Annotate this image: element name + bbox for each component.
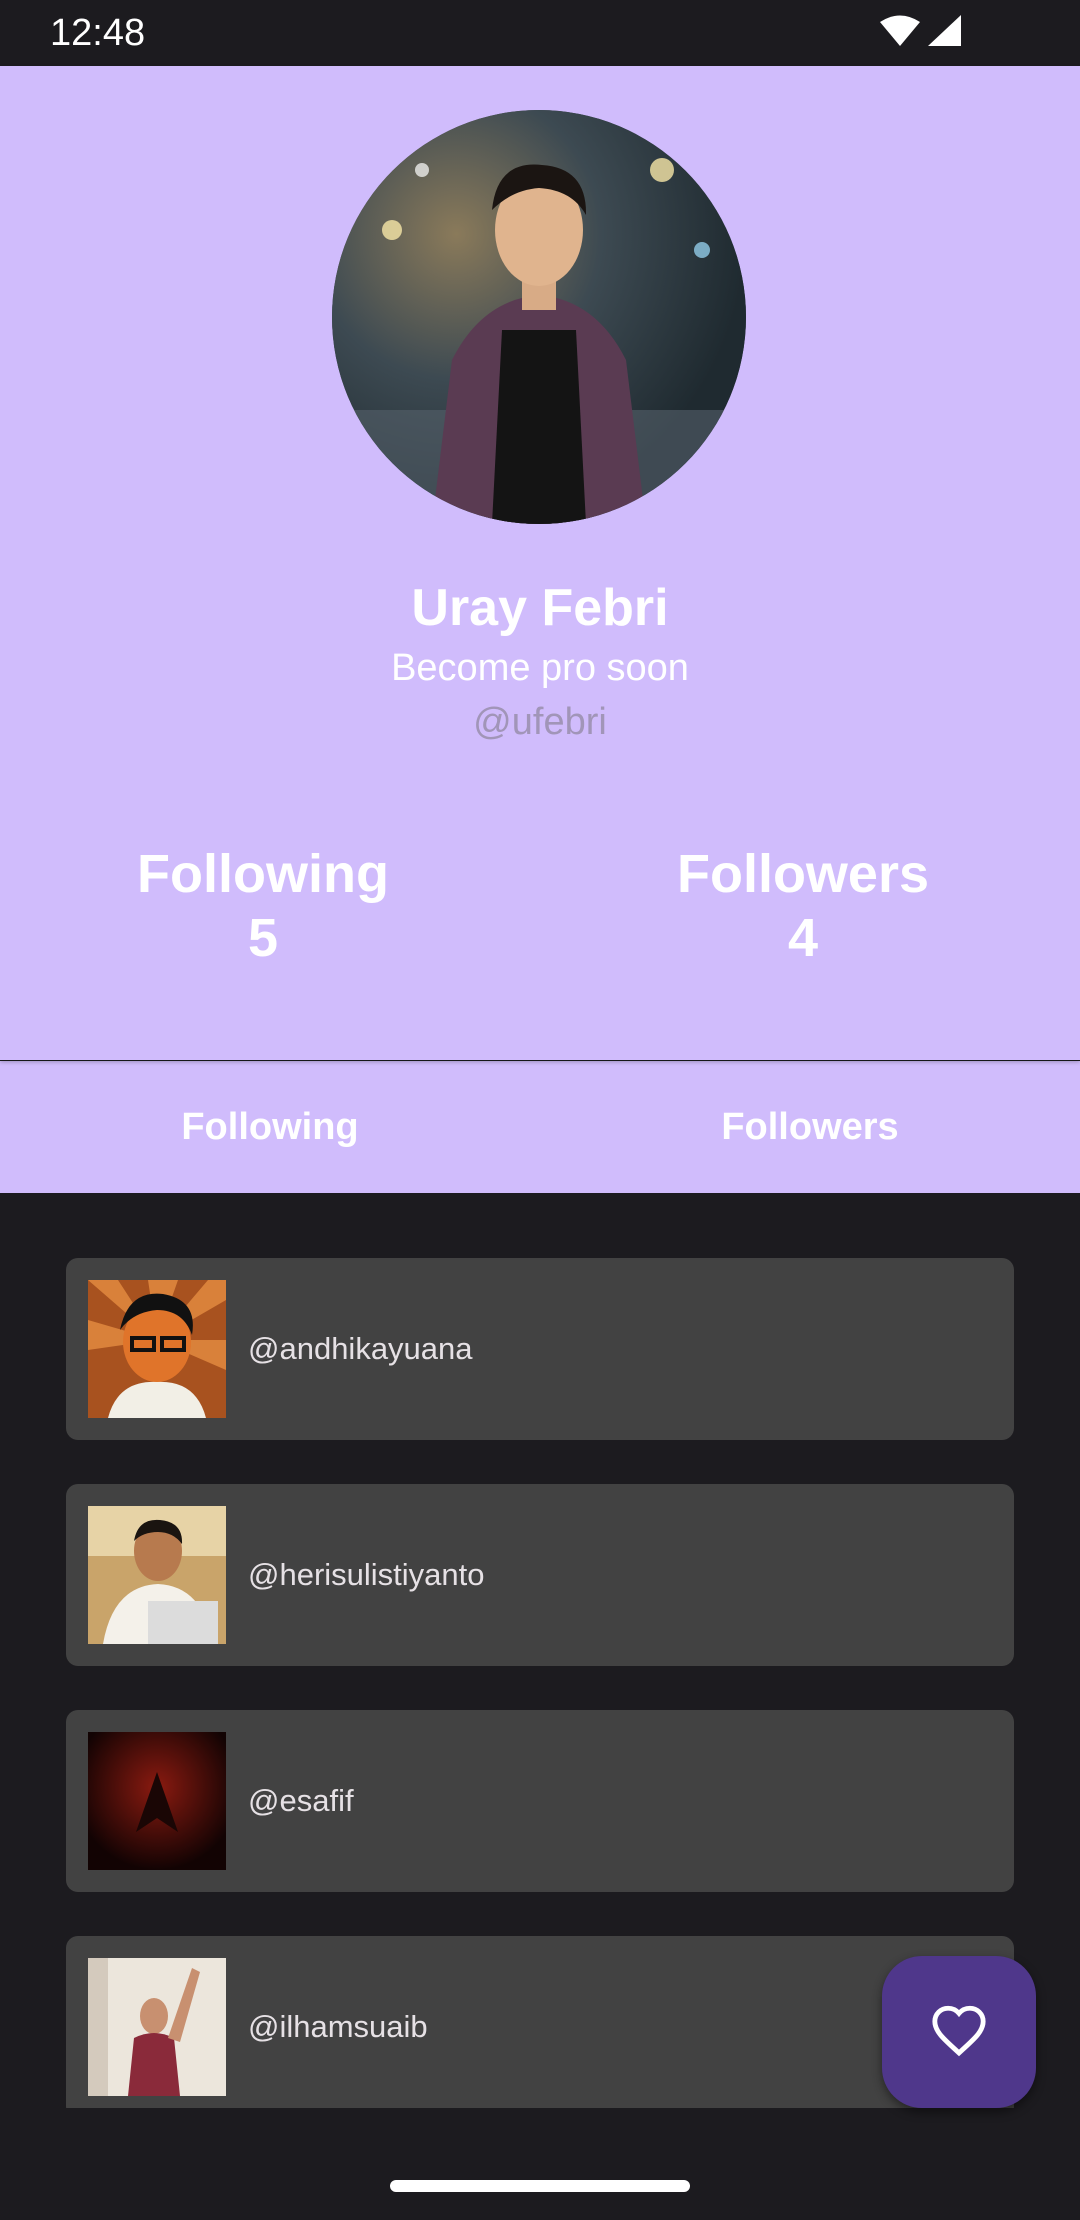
followers-count: 4 xyxy=(787,908,819,968)
list-item[interactable]: @ilhamsuaib xyxy=(66,1936,1014,2108)
home-indicator[interactable] xyxy=(390,2180,690,2192)
followers-stat: Followers 4 xyxy=(603,842,1003,970)
list-item[interactable]: @herisulistiyanto xyxy=(66,1484,1014,1666)
wifi-icon xyxy=(880,15,920,52)
user-list[interactable]: @andhikayuana @herisulistiyanto @esafif … xyxy=(66,1258,1014,2108)
user-avatar xyxy=(88,1506,226,1644)
tab-followers[interactable]: Followers xyxy=(540,1061,1080,1193)
status-bar: 12:48 xyxy=(0,0,1080,66)
profile-name: Uray Febri xyxy=(411,579,669,637)
following-stat: Following 5 xyxy=(63,842,463,970)
signal-icon xyxy=(928,14,962,52)
user-avatar xyxy=(88,1732,226,1870)
profile-avatar xyxy=(332,110,746,524)
user-avatar xyxy=(88,1958,226,2096)
following-count: 5 xyxy=(247,908,279,968)
following-stat-label: Following xyxy=(137,844,389,904)
tab-bar: Following Followers xyxy=(0,1061,1080,1193)
user-username: @andhikayuana xyxy=(248,1331,473,1366)
profile-header: Uray Febri Become pro soon @ufebri Follo… xyxy=(0,66,1080,1060)
tab-following[interactable]: Following xyxy=(0,1061,540,1193)
user-avatar xyxy=(88,1280,226,1418)
profile-handle: @ufebri xyxy=(473,701,607,743)
heart-outline-icon xyxy=(930,2003,988,2062)
status-time: 12:48 xyxy=(50,12,146,54)
followers-stat-label: Followers xyxy=(676,844,930,904)
favorite-fab-button[interactable] xyxy=(882,1956,1036,2108)
profile-bio: Become pro soon xyxy=(391,647,689,689)
user-username: @ilhamsuaib xyxy=(248,2009,428,2044)
user-username: @esafif xyxy=(248,1783,354,1818)
list-item[interactable]: @andhikayuana xyxy=(66,1258,1014,1440)
user-username: @herisulistiyanto xyxy=(248,1557,485,1592)
status-icons xyxy=(880,14,962,52)
list-item[interactable]: @esafif xyxy=(66,1710,1014,1892)
